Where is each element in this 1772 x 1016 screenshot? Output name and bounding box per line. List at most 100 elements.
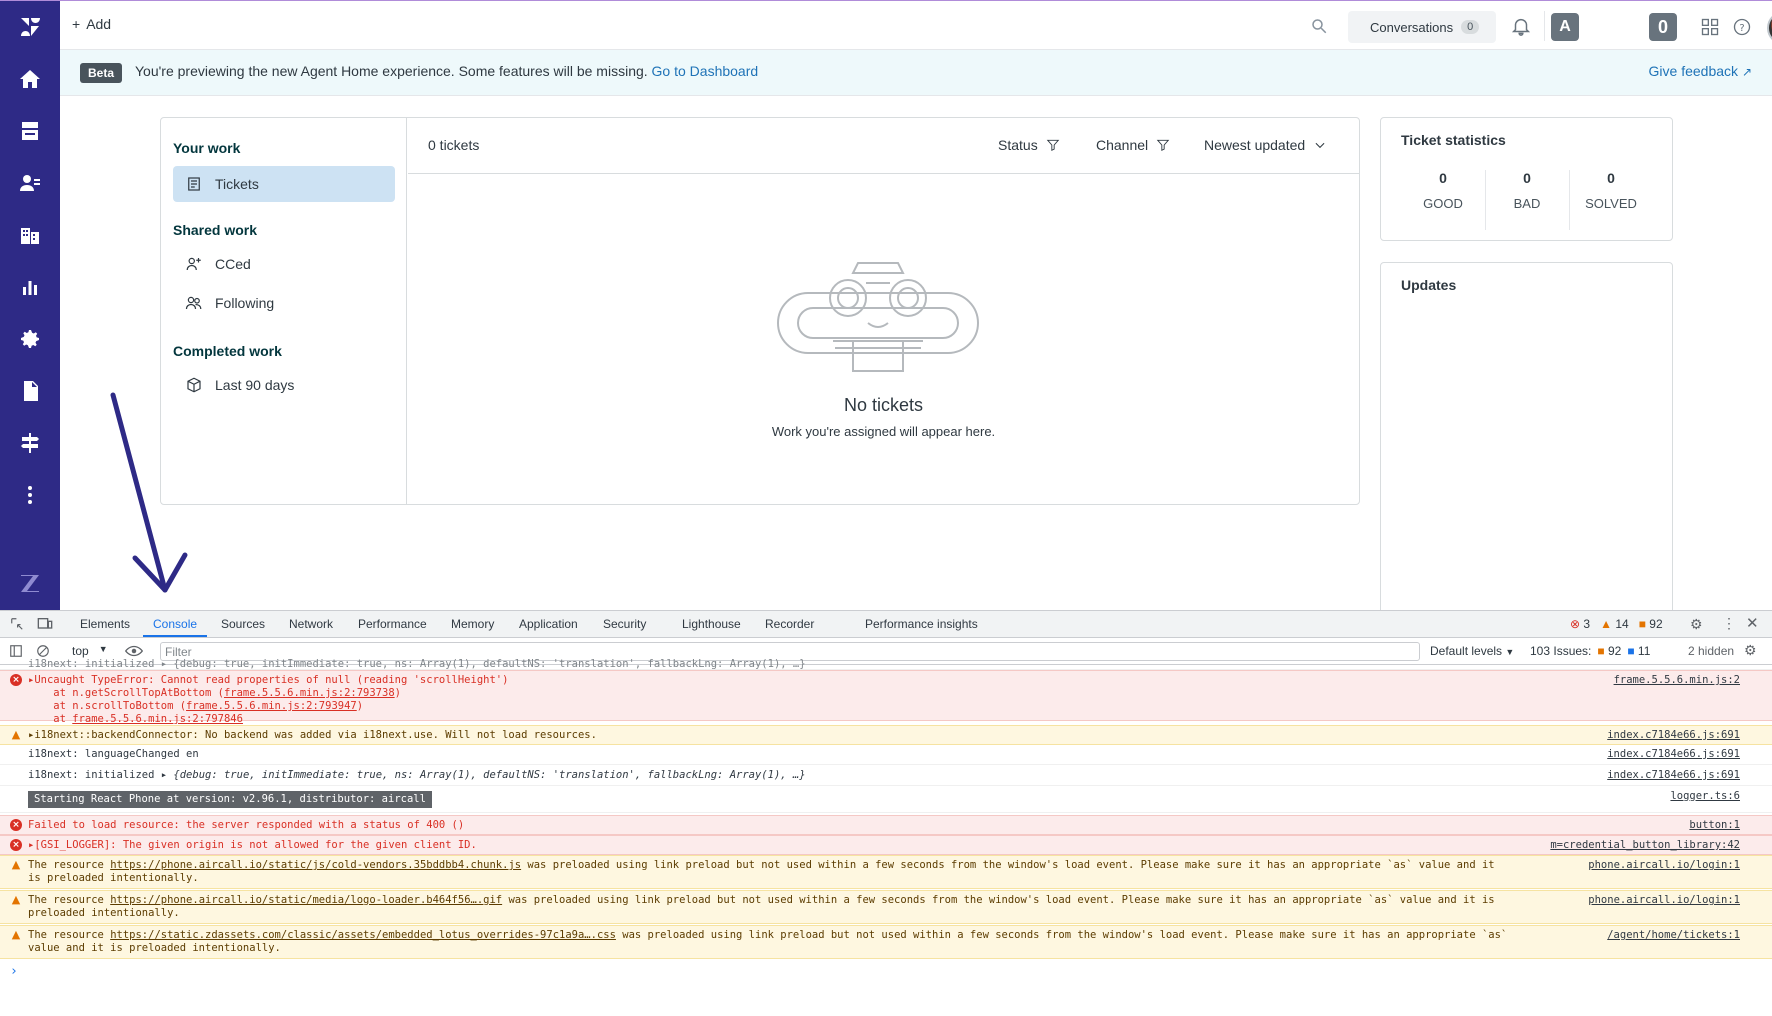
tab-elements[interactable]: Elements xyxy=(80,617,130,631)
stack-line: at n.getScrollTopAtBottom (frame.5.5.6.m… xyxy=(28,687,401,699)
reporting-icon[interactable] xyxy=(16,273,44,301)
notifications-bell-icon[interactable] xyxy=(1510,15,1532,37)
view-item-tickets[interactable]: Tickets xyxy=(173,166,395,202)
conversations-button[interactable]: Conversations 0 xyxy=(1348,11,1496,43)
devtools-panel: Elements Console Sources Network Perform… xyxy=(0,610,1772,1016)
go-to-dashboard-link[interactable]: Go to Dashboard xyxy=(652,63,759,79)
knowledge-icon[interactable] xyxy=(16,377,44,405)
zendesk-z-icon[interactable] xyxy=(16,569,44,597)
warning-icon: ▲ xyxy=(11,893,21,906)
tab-application[interactable]: Application xyxy=(519,617,578,631)
tab-performance-insights[interactable]: Performance insights xyxy=(865,617,978,631)
source-link[interactable]: frame.5.5.6.min.js:2 xyxy=(1614,674,1740,687)
views-icon[interactable] xyxy=(16,117,44,145)
user-avatar[interactable] xyxy=(1767,11,1772,45)
view-item-last-90-days[interactable]: Last 90 days xyxy=(173,367,395,403)
clear-console-icon[interactable] xyxy=(36,644,50,658)
add-button[interactable]: + Add xyxy=(72,16,111,32)
tab-console[interactable]: Console xyxy=(153,617,197,631)
close-devtools-icon[interactable]: ✕ xyxy=(1746,614,1759,632)
tab-lighthouse[interactable]: Lighthouse xyxy=(682,617,741,631)
settings-gear-icon[interactable]: ⚙ xyxy=(1690,616,1703,633)
work-panel: Your work Tickets Shared work CCed Follo… xyxy=(160,117,1360,505)
more-options-icon[interactable]: ⋮ xyxy=(1722,615,1736,632)
error-message[interactable]: ▸[GSI_LOGGER]: The given origin is not a… xyxy=(28,839,477,851)
source-link[interactable]: logger.ts:6 xyxy=(1670,790,1740,803)
source-link[interactable]: /agent/home/tickets:1 xyxy=(1607,929,1740,942)
source-link[interactable]: m=credential_button_library:42 xyxy=(1550,839,1740,852)
console-settings-gear-icon[interactable]: ⚙ xyxy=(1744,642,1757,659)
view-item-cced[interactable]: CCed xyxy=(173,246,395,282)
issues-count-value: 92 xyxy=(1649,617,1663,631)
external-link-icon: ↗ xyxy=(1741,65,1752,79)
inspect-element-icon[interactable] xyxy=(10,617,24,631)
log-object[interactable]: ▸ {debug: true, initImmediate: true, ns:… xyxy=(161,769,806,781)
binoculars-illustration xyxy=(777,262,979,372)
stack-link[interactable]: frame.5.5.6.min.js:2:793947 xyxy=(186,700,357,712)
tab-network[interactable]: Network xyxy=(289,617,333,631)
customers-icon[interactable] xyxy=(16,169,44,197)
device-toolbar-icon[interactable] xyxy=(37,617,53,631)
source-link[interactable]: index.c7184e66.js:691 xyxy=(1607,748,1740,761)
tab-recorder[interactable]: Recorder xyxy=(765,617,814,631)
warning-message[interactable]: ▸i18next::backendConnector: No backend w… xyxy=(28,729,597,741)
zendesk-logo-icon[interactable] xyxy=(16,13,44,41)
sort-label: Newest updated xyxy=(1204,137,1306,153)
help-icon[interactable]: ? xyxy=(1732,17,1752,37)
console-prompt[interactable]: › xyxy=(0,963,1772,983)
guide-signpost-icon[interactable] xyxy=(16,429,44,457)
stack-link[interactable]: frame.5.5.6.min.js:2:797846 xyxy=(72,713,243,725)
aircall-app-badge[interactable]: A xyxy=(1551,13,1579,41)
resource-link[interactable]: https://phone.aircall.io/static/js/cold-… xyxy=(110,859,521,871)
home-icon[interactable] xyxy=(16,65,44,93)
filter-icon xyxy=(1156,139,1170,152)
error-message[interactable]: ▸Uncaught TypeError: Cannot read propert… xyxy=(28,674,1732,687)
source-link[interactable]: button:1 xyxy=(1689,819,1740,832)
log-levels-dropdown[interactable]: Default levels ▼ xyxy=(1430,644,1514,658)
resource-link[interactable]: https://phone.aircall.io/static/media/lo… xyxy=(110,894,502,906)
source-link[interactable]: phone.aircall.io/login:1 xyxy=(1588,894,1740,907)
organizations-icon[interactable] xyxy=(16,221,44,249)
conversations-label: Conversations xyxy=(1370,19,1454,35)
context-selector[interactable]: top ▼ xyxy=(72,644,108,658)
sort-dropdown[interactable]: Newest updated xyxy=(1204,137,1327,153)
channel-filter-label: Channel xyxy=(1096,137,1149,153)
devtools-counters[interactable]: ⊗ 3 ▲ 14 ■ 92 xyxy=(1570,617,1663,631)
warning-message: The resource https://phone.aircall.io/st… xyxy=(28,894,1732,907)
log-levels-label: Default levels xyxy=(1430,644,1503,658)
tab-memory[interactable]: Memory xyxy=(451,617,494,631)
live-expression-eye-icon[interactable] xyxy=(125,644,143,658)
dropdown-caret-icon: ▼ xyxy=(98,644,108,654)
search-icon[interactable] xyxy=(1310,17,1328,35)
tab-performance[interactable]: Performance xyxy=(358,617,427,631)
counter-app-badge[interactable]: 0 xyxy=(1649,13,1677,41)
more-vertical-icon[interactable] xyxy=(16,481,44,509)
view-item-following[interactable]: Following xyxy=(173,285,395,321)
stack-link[interactable]: frame.5.5.6.min.js:2:793738 xyxy=(224,687,395,699)
user-plus-icon xyxy=(186,257,201,271)
add-label: Add xyxy=(86,16,112,32)
issues-summary[interactable]: 103 Issues: ■ 92 ■ 11 xyxy=(1530,644,1650,658)
product-tray-icon[interactable] xyxy=(1700,17,1720,37)
status-filter[interactable]: Status xyxy=(998,137,1060,153)
give-feedback-link[interactable]: Give feedback ↗ xyxy=(1649,63,1752,79)
channel-filter[interactable]: Channel xyxy=(1096,137,1170,153)
resource-link[interactable]: https://static.zdassets.com/classic/asse… xyxy=(110,929,616,941)
source-link[interactable]: index.c7184e66.js:691 xyxy=(1607,729,1740,742)
sidebar-toggle-icon[interactable] xyxy=(9,644,23,658)
your-work-heading: Your work xyxy=(173,140,241,156)
warning-text: The resource xyxy=(28,859,111,871)
error-icon: × xyxy=(10,819,22,831)
stat-bad-value: 0 xyxy=(1523,170,1531,186)
source-link[interactable]: index.c7184e66.js:691 xyxy=(1607,769,1740,782)
admin-gear-icon[interactable] xyxy=(16,325,44,353)
info-icon: ■ xyxy=(1627,644,1635,658)
source-link[interactable]: phone.aircall.io/login:1 xyxy=(1588,859,1740,872)
banner-message: You're previewing the new Agent Home exp… xyxy=(135,63,648,79)
hidden-count: 2 hidden xyxy=(1688,644,1735,658)
warning-continuation: preloaded intentionally. xyxy=(28,907,180,919)
tab-sources[interactable]: Sources xyxy=(221,617,265,631)
stat-bad-label: BAD xyxy=(1513,196,1541,211)
tab-security[interactable]: Security xyxy=(603,617,646,631)
view-item-label: CCed xyxy=(215,256,251,272)
